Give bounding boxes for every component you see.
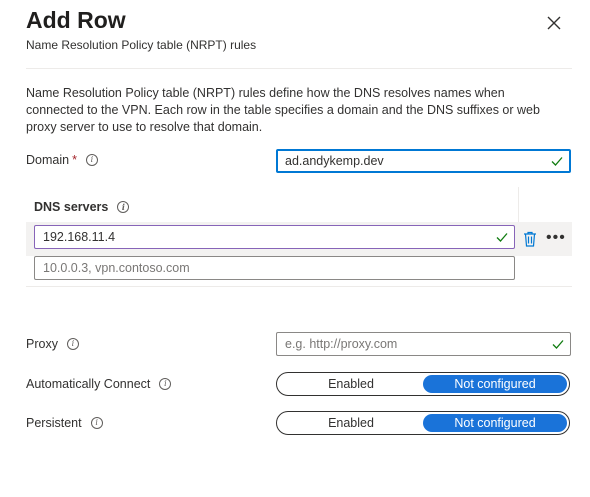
delete-icon[interactable] [523,231,537,247]
more-options-button[interactable]: ••• [546,230,566,246]
proxy-label: Proxy [26,337,58,351]
dns-server-input[interactable]: 192.168.11.4 [34,225,515,249]
dns-server-value: 192.168.11.4 [43,230,116,244]
valid-check-icon [496,233,508,242]
required-indicator: * [72,153,77,167]
domain-input[interactable]: ad.andykemp.dev [276,149,571,173]
header-divider [26,68,572,69]
persistent-label-row: Persistent i [26,416,103,430]
valid-check-icon [551,157,563,166]
persistent-label: Persistent [26,416,82,430]
domain-input-value: ad.andykemp.dev [285,154,384,168]
info-icon[interactable]: i [117,201,130,213]
close-icon[interactable] [545,14,563,32]
info-icon[interactable]: i [159,378,172,390]
proxy-label-row: Proxy i [26,337,79,351]
persistent-not-configured-option[interactable]: Not configured [423,414,567,432]
proxy-placeholder: e.g. http://proxy.com [285,337,398,351]
dns-servers-table: DNS servers i 192.168.11.4 ••• 10.0.0.3,… [26,187,572,287]
info-icon[interactable]: i [90,417,103,429]
panel-subtitle: Name Resolution Policy table (NRPT) rule… [26,38,257,52]
auto-connect-not-configured-option[interactable]: Not configured [423,375,567,393]
persistent-toggle[interactable]: Enabled Not configured [276,411,570,435]
info-icon[interactable]: i [85,154,98,166]
new-dns-server-placeholder: 10.0.0.3, vpn.contoso.com [43,261,190,275]
domain-label: Domain [26,153,70,167]
domain-label-row: Domain * i [26,153,98,167]
auto-connect-toggle[interactable]: Enabled Not configured [276,372,570,396]
description-text: Name Resolution Policy table (NRPT) rule… [26,86,540,134]
panel-title: Add Row [26,7,126,33]
persistent-enabled-option[interactable]: Enabled [279,414,423,432]
auto-connect-label: Automatically Connect [26,377,151,391]
dns-servers-label: DNS servers [34,200,109,214]
proxy-input[interactable]: e.g. http://proxy.com [276,332,571,356]
dns-servers-header: DNS servers i [34,200,130,214]
info-icon[interactable]: i [66,338,79,350]
valid-check-icon [552,340,564,349]
column-divider [518,187,519,222]
new-dns-server-input[interactable]: 10.0.0.3, vpn.contoso.com [34,256,515,280]
auto-connect-enabled-option[interactable]: Enabled [279,375,423,393]
table-bottom-border [26,286,572,287]
auto-connect-label-row: Automatically Connect i [26,377,172,391]
